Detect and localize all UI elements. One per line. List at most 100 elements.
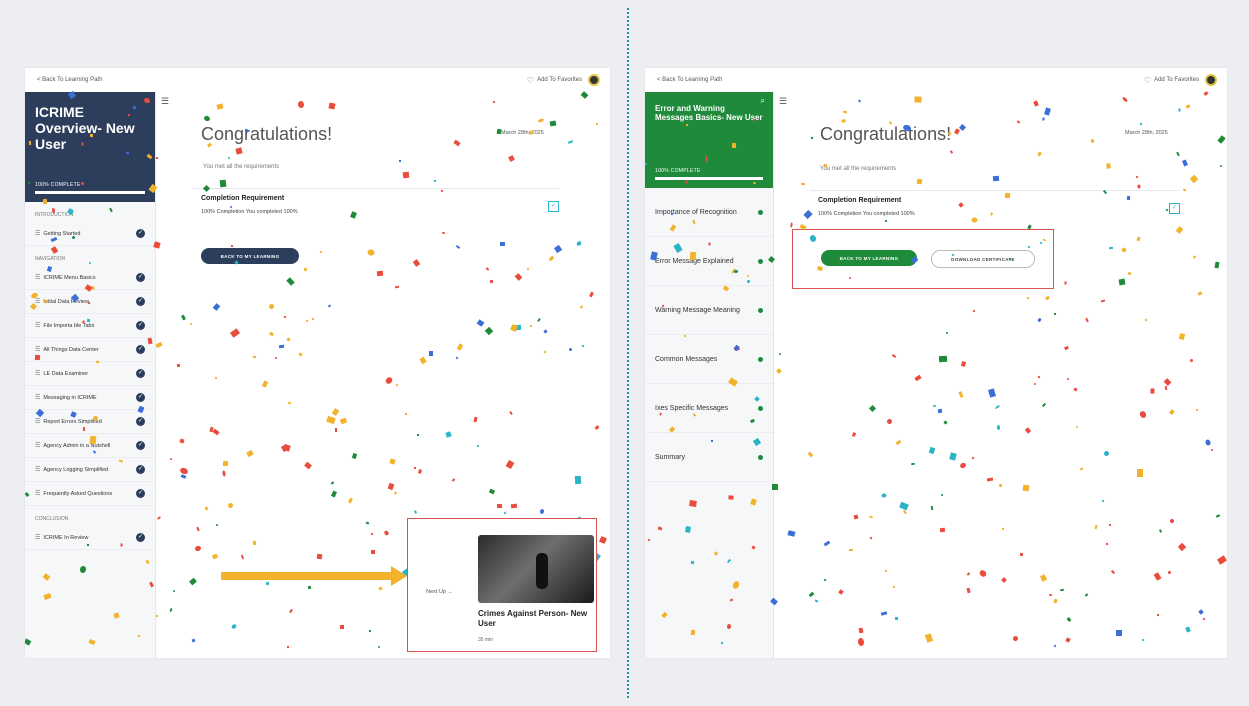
add-to-favorites-button[interactable]: ♡ Add To Favorites [527, 76, 582, 85]
confetti-piece [589, 291, 594, 298]
sidebar-item-label: LE Data Examiner [43, 370, 89, 377]
confetti-piece [456, 343, 464, 351]
confetti-piece [842, 110, 848, 114]
confetti-piece [1156, 613, 1160, 617]
confetti-piece [204, 506, 209, 511]
confetti-piece [1004, 192, 1011, 199]
confetti-piece [689, 500, 697, 507]
sidebar-item[interactable]: Warning Message Meaning [645, 286, 773, 335]
left-screenshot-panel: < Back To Learning Path ♡ Add To Favorit… [25, 68, 610, 658]
check-icon: ✓ [136, 297, 145, 306]
confetti-piece [269, 331, 274, 337]
page-title: Congratulations! [201, 124, 333, 144]
top-bar: < Back To Learning Path ♡ Add To Favorit… [645, 68, 1227, 92]
confetti-piece [181, 314, 186, 321]
confetti-piece [1008, 257, 1012, 261]
sidebar-item[interactable]: ☰ All Things Data Center ✓ [25, 338, 155, 362]
confetti-piece [1037, 317, 1042, 323]
sidebar-item[interactable]: ☰ LE Data Examiner ✓ [25, 362, 155, 386]
confetti-piece [179, 438, 185, 444]
confetti-piece [340, 625, 344, 629]
sidebar-item[interactable]: ☰ Getting Started ✓ [25, 222, 155, 246]
confetti-piece [413, 466, 417, 470]
confetti-piece [857, 99, 862, 103]
course-thumbnail[interactable] [478, 535, 594, 603]
confetti-piece [949, 150, 954, 154]
confetti-piece [207, 142, 212, 148]
back-to-my-learning-button[interactable]: BACK TO MY LEARNING [201, 248, 299, 264]
confetti-piece [992, 175, 1000, 182]
sidebar-item-label: Ixes Specific Messages [655, 404, 729, 412]
menu-icon[interactable]: ☰ [779, 96, 787, 107]
sidebar-item-label: Summary [655, 453, 685, 461]
back-to-learning-path-link[interactable]: < Back To Learning Path [37, 77, 102, 83]
document-icon: ☰ [35, 491, 41, 497]
progress-bar [655, 177, 763, 180]
confetti-piece [581, 344, 585, 348]
confetti-piece [978, 568, 988, 579]
sidebar-item[interactable]: Importance of Recognition [645, 188, 773, 237]
confetti-piece [930, 505, 934, 511]
sidebar-item-label: Initial Data Review [43, 298, 89, 305]
sidebar-item[interactable]: ☰ Messaging in ICRIME ✓ [25, 386, 155, 410]
course-title: ICRIME Overview- New User [35, 104, 135, 152]
confetti-piece [1039, 574, 1048, 582]
confetti-piece [176, 363, 181, 368]
confetti-piece [868, 515, 874, 519]
confetti-piece [433, 179, 437, 183]
confetti-piece [319, 250, 323, 254]
confetti-piece [959, 461, 967, 470]
confetti-piece [1219, 164, 1223, 168]
confetti-piece [1182, 188, 1187, 192]
sidebar-item[interactable]: ☰ Frequently Asked Questions ✓ [25, 482, 155, 506]
confetti-piece [503, 511, 507, 515]
document-icon: ☰ [35, 275, 41, 281]
confetti-piece [1106, 163, 1111, 169]
sidebar-item[interactable]: Common Messages [645, 335, 773, 384]
requirement-title: Completion Requirement [201, 195, 285, 202]
confetti-piece [189, 322, 193, 326]
confetti-piece [1150, 388, 1155, 394]
download-certificate-button[interactable]: DOWNLOAD CERTIFICATE [931, 250, 1035, 268]
confetti-piece [966, 587, 971, 594]
confetti-piece [1178, 332, 1186, 341]
search-icon[interactable]: ⌕ [761, 96, 765, 106]
section-label-introduction: INTRODUCTION [35, 212, 74, 218]
sidebar-item[interactable]: Ixes Specific Messages [645, 384, 773, 433]
confetti-piece [394, 285, 400, 289]
confetti-piece [1210, 448, 1214, 452]
confetti-piece [196, 526, 200, 532]
confetti-piece [1066, 377, 1070, 381]
back-to-learning-path-link[interactable]: < Back To Learning Path [657, 77, 722, 83]
confetti-piece [387, 482, 395, 491]
sidebar-item[interactable]: ☰ File Importa ble Tabs ✓ [25, 314, 155, 338]
avatar[interactable] [1205, 74, 1217, 86]
confetti-piece [305, 319, 309, 323]
confetti-piece [858, 627, 864, 634]
confetti-piece [526, 267, 530, 271]
confetti-piece [370, 549, 376, 555]
confetti-piece [488, 488, 496, 495]
confetti-piece [445, 431, 452, 438]
confetti-piece [916, 178, 923, 185]
sidebar-item[interactable]: ☰ Agency Logging Simplified ✓ [25, 458, 155, 482]
avatar[interactable] [588, 74, 600, 86]
sidebar-item[interactable]: ☰ Report Errors Simplified ✓ [25, 410, 155, 434]
confetti-piece [1215, 514, 1221, 518]
confetti-piece [1101, 499, 1105, 503]
confetti-piece [327, 304, 332, 308]
up-next-card[interactable]: Next Up → Crimes Against Person- New Use… [407, 518, 597, 652]
confetti-piece [297, 100, 305, 109]
confetti-piece [227, 502, 234, 509]
confetti-piece [537, 117, 545, 124]
add-to-favorites-button[interactable]: ♡ Add To Favorites [1144, 76, 1199, 85]
menu-icon[interactable]: ☰ [161, 96, 169, 107]
sidebar-item[interactable]: ☰ ICRIME In Review ✓ [25, 526, 155, 550]
document-icon: ☰ [35, 419, 41, 425]
requirement-detail: 100% Completion You completed 100% [201, 209, 298, 215]
confetti-piece [1016, 120, 1021, 124]
confetti-piece [869, 536, 873, 540]
progress-label: 100% COMPLETE [35, 182, 81, 188]
confetti-piece [455, 244, 461, 250]
back-to-my-learning-button[interactable]: BACK TO MY LEARNING [821, 250, 917, 266]
